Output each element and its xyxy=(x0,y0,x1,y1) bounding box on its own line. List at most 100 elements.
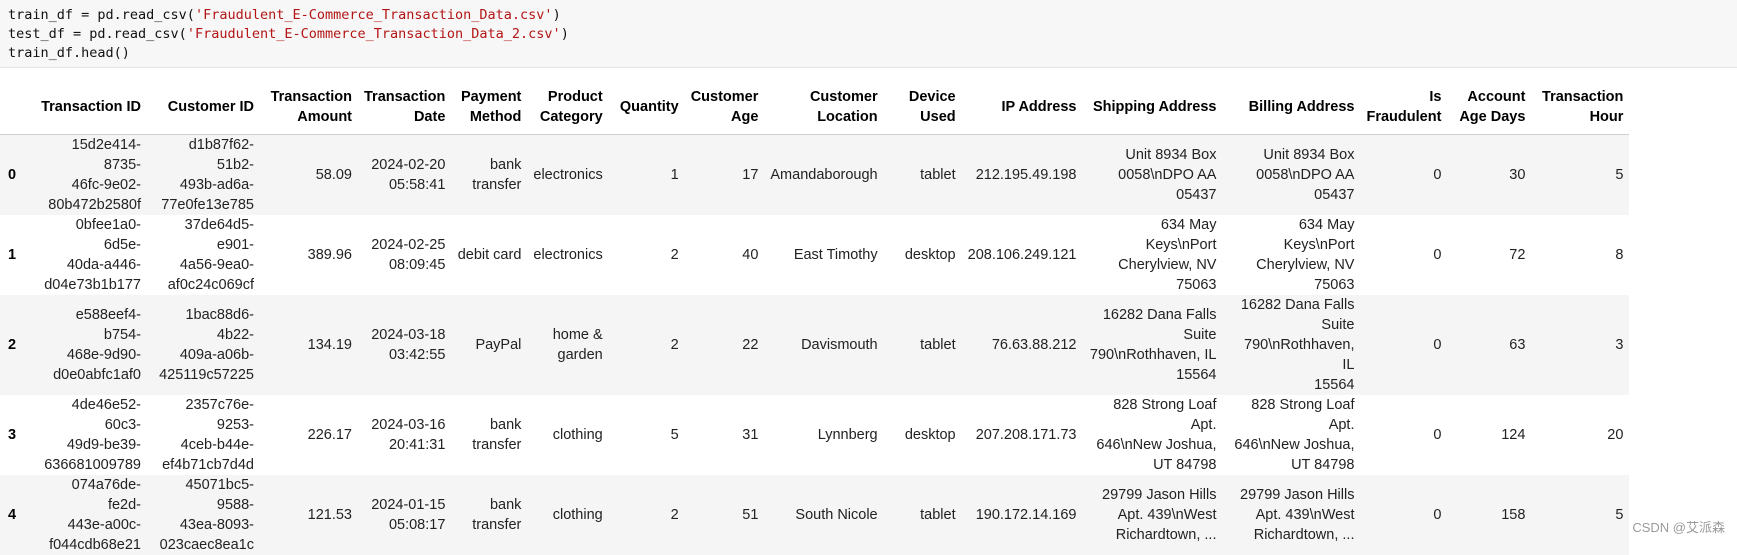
column-header-text: Account xyxy=(1467,88,1526,105)
code-cell[interactable]: train_df = pd.read_csv('Fraudulent_E-Com… xyxy=(0,0,1737,68)
column-header: Account Age Days xyxy=(1447,80,1532,135)
cell-text: 468e-9d90- xyxy=(66,346,141,363)
table-cell-ip: 76.63.88.212 xyxy=(991,336,1077,353)
cell-text: 2024-02-25 xyxy=(371,236,446,253)
column-header: Payment Method xyxy=(451,80,528,135)
cell-text: 15564 xyxy=(1176,366,1217,383)
table-cell-category: electronics xyxy=(527,215,608,295)
table-cell-location: South Nicole xyxy=(795,506,878,523)
table-cell-date: 2024-02-25 08:09:45 xyxy=(358,215,451,295)
table-cell-ip: 190.172.14.169 xyxy=(975,506,1077,523)
row-index: 1 xyxy=(8,246,17,263)
table-row: 3 4de46e52-60c3- 49d9-be39- 636681009789 235… xyxy=(0,394,1630,475)
column-header-text: Amount xyxy=(297,108,352,125)
column-header: Billing Address xyxy=(1222,80,1361,135)
cell-text: 790\nRothhaven, IL xyxy=(1089,346,1217,363)
cell-text: 2024-01-15 xyxy=(371,496,446,513)
column-header-text: Transaction ID xyxy=(41,98,141,115)
cell-text: 074a76de-fe2d- xyxy=(71,476,141,513)
cell-text: 493b-ad6a- xyxy=(179,176,254,193)
cell-text: 425119c57225 xyxy=(159,366,254,383)
cell-text: UT 84798 xyxy=(1291,456,1355,473)
column-header-text: Category xyxy=(539,108,603,125)
cell-text: 2024-03-18 xyxy=(371,326,446,343)
column-header-text: Location xyxy=(817,108,878,125)
cell-text: 2024-03-16 xyxy=(371,416,446,433)
column-header-text: Transaction xyxy=(1542,88,1624,105)
column-header: Transaction ID xyxy=(34,80,147,135)
cell-text: 636681009789 xyxy=(44,456,141,473)
table-cell-device: tablet xyxy=(920,336,956,353)
cell-text: 75063 xyxy=(1176,276,1217,293)
table-cell-shipping: 828 Strong Loaf Apt. 646\nNew Joshua, UT 8… xyxy=(1082,395,1222,475)
cell-text: Unit 8934 Box xyxy=(1263,146,1355,163)
table-cell-device: desktop xyxy=(904,426,956,443)
table-cell-payment: PayPal xyxy=(451,295,527,395)
table-cell-shipping: Unit 8934 Box 0058\nDPO AA 05437 xyxy=(1082,134,1222,215)
column-header-text: Is xyxy=(1429,88,1442,105)
table-cell-custid: 37de64d5-e901- 4a56-9ea0- af0c24c069cf xyxy=(147,215,260,295)
table-cell-quantity: 5 xyxy=(670,426,679,443)
table-cell-custid: 45071bc5-9588- 43ea-8093- 023caec8ea1c xyxy=(147,475,260,555)
cell-text: Unit 8934 Box xyxy=(1125,146,1217,163)
cell-text: bank xyxy=(489,416,522,433)
table-cell-account-days: 158 xyxy=(1501,506,1526,523)
column-header: Product Category xyxy=(527,80,609,135)
cell-text: 40da-a446- xyxy=(66,256,141,273)
cell-text: 4ceb-b44e- xyxy=(180,436,254,453)
table-cell-shipping: 634 May Keys\nPort Cherylview, NV 75063 xyxy=(1082,215,1222,295)
row-index: 3 xyxy=(8,426,17,443)
table-cell-hour: 8 xyxy=(1615,246,1624,263)
table-cell-billing: 16282 Dana Falls Suite 790\nRothhaven, IL 1… xyxy=(1222,295,1360,395)
table-cell-custid: 2357c76e-9253- 4ceb-b44e-ef4b71cb7d4d xyxy=(147,395,260,475)
cell-text: f044cdb68e21 xyxy=(49,536,141,553)
cell-text: 023caec8ea1c xyxy=(159,536,254,553)
table-cell-custid: 1bac88d6-4b22- 409a-a06b- 425119c57225 xyxy=(147,295,260,395)
table-cell-payment: bank transfer xyxy=(451,395,527,475)
cell-text: 4de46e52-60c3- xyxy=(71,396,141,433)
table-cell-payment: debit card xyxy=(451,215,527,295)
column-header: Transaction Date xyxy=(358,80,452,135)
cell-text: Suite xyxy=(1183,326,1217,343)
table-cell-fraud: 0 xyxy=(1433,166,1442,183)
cell-text: 29799 Jason Hills xyxy=(1240,486,1355,503)
column-header-text: Customer xyxy=(690,88,759,105)
cell-text: Cherylview, NV xyxy=(1256,256,1355,273)
table-cell-date: 2024-02-20 05:58:41 xyxy=(358,134,451,215)
cell-text: 634 May Keys\nPort xyxy=(1145,216,1217,253)
table-cell-hour: 5 xyxy=(1615,166,1624,183)
table-cell-date: 2024-03-18 03:42:55 xyxy=(358,295,451,395)
table-cell-hour: 20 xyxy=(1607,426,1624,443)
cell-text: 49d9-be39- xyxy=(66,436,141,453)
table-cell-shipping: 29799 Jason Hills Apt. 439\nWest Richardto… xyxy=(1082,475,1222,555)
cell-text: 16282 Dana Falls xyxy=(1240,296,1355,313)
column-header-text: Customer xyxy=(809,88,878,105)
cell-text: 46fc-9e02- xyxy=(71,176,141,193)
code-line-2: test_df = pd.read_csv('Fraudulent_E-Comm… xyxy=(8,26,569,42)
table-cell-fraud: 0 xyxy=(1433,246,1442,263)
column-header-text: Product xyxy=(547,88,603,105)
cell-text: 409a-a06b- xyxy=(179,346,254,363)
table-cell-category: home & garden xyxy=(527,295,608,395)
column-header: Customer ID xyxy=(147,80,260,135)
table-cell-age: 17 xyxy=(742,166,759,183)
table-row: 0 15d2e414-8735- 46fc-9e02- 80b472b2580f d1b… xyxy=(0,134,1630,215)
table-cell-txid: 15d2e414-8735- 46fc-9e02- 80b472b2580f xyxy=(34,134,147,215)
cell-text: 634 May Keys\nPort xyxy=(1283,216,1355,253)
column-header: Is Fraudulent xyxy=(1360,80,1448,135)
column-header-text: Transaction xyxy=(270,88,352,105)
table-row: 1 0bfee1a0-6d5e- 40da-a446- d04e73b1b177 37d… xyxy=(0,214,1630,295)
column-header-text: IP Address xyxy=(1001,98,1077,115)
table-row: 2 e588eef4-b754- 468e-9d90- d0e0abfc1af0 1ba… xyxy=(0,294,1630,395)
cell-text: clothing xyxy=(552,426,603,443)
cell-text: 0058\nDPO AA xyxy=(1118,166,1217,183)
table-cell-quantity: 2 xyxy=(670,246,679,263)
cell-text: 08:09:45 xyxy=(388,256,446,273)
table-cell-fraud: 0 xyxy=(1433,506,1442,523)
column-header: Transaction Hour xyxy=(1531,80,1630,135)
table-cell-device: tablet xyxy=(920,506,956,523)
table-cell-age: 51 xyxy=(742,506,759,523)
table-cell-account-days: 30 xyxy=(1509,166,1526,183)
column-header: IP Address xyxy=(961,80,1083,135)
column-header: Customer Age xyxy=(684,80,765,135)
